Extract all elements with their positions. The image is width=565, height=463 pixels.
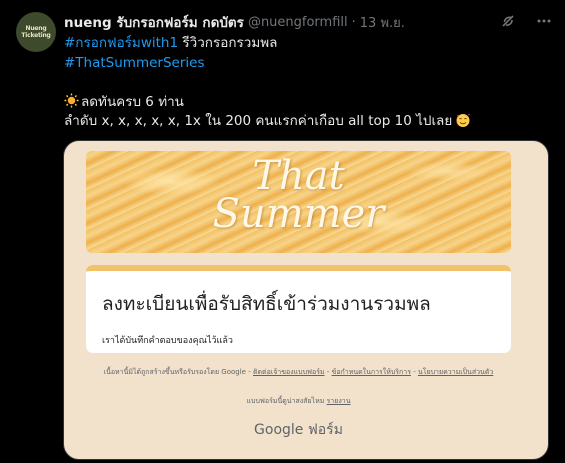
tweet-line-4: ลำดับ x, x, x, x, x, 1x ใน 200 คนแรกค่าเ… <box>64 112 544 132</box>
response-message: เราได้บันทึกคำตอบของคุณไว้แล้ว <box>102 336 233 346</box>
footer-disclaimer: เนื้อหานี้มิได้ถูกสร้างขึ้นหรือรับรองโดย… <box>103 368 251 376</box>
contact-owner-link[interactable]: ติดต่อเจ้าของแบบฟอร์ม <box>253 368 325 376</box>
hashtag-link-2[interactable]: #ThatSummerSeries <box>64 55 204 71</box>
google-forms-logo: Google ฟอร์ม <box>254 422 343 438</box>
tweet-text: #กรอกฟอร์มwith1 รีวิวกรอกรวมพล #ThatSumm… <box>64 34 544 132</box>
handle[interactable]: @nuengformfill <box>248 15 348 30</box>
tweet-line-1-rest: รีวิวกรอกรวมพล <box>178 35 278 51</box>
terms-link[interactable]: ข้อกำหนดในการให้บริการ <box>332 368 411 376</box>
tweet-header: nueng รับกรอกฟอร์ม กดบัตร @nuengformfill… <box>64 12 515 32</box>
tweet-line-3-text: ลดทันครบ 6 ท่าน <box>81 93 184 110</box>
tweet-line-3: ลดทันครบ 6 ท่าน <box>64 92 544 113</box>
report-line: แบบฟอร์มนี้ดูน่าสงสัยไหม รายงาน <box>86 396 511 407</box>
smiling-face-with-hearts-emoji <box>456 113 471 127</box>
avatar-text-1: Nueng <box>25 25 47 32</box>
tweet-line-4-text: ลำดับ x, x, x, x, x, 1x ใน 200 คนแรกค่าเ… <box>64 113 453 129</box>
hashtag-link-1[interactable]: #กรอกฟอร์มwith1 <box>64 35 178 51</box>
avatar[interactable]: Nueng Ticketing <box>16 12 56 52</box>
tweet-line-2: #ThatSummerSeries <box>64 54 544 74</box>
tweet[interactable]: Nueng Ticketing nueng รับกรอกฟอร์ม กดบัต… <box>0 0 565 463</box>
privacy-link[interactable]: นโยบายความเป็นส่วนตัว <box>418 368 493 376</box>
avatar-text-2: Ticketing <box>21 32 51 39</box>
banner-title-2: Summer <box>212 191 385 237</box>
header-actions <box>499 12 553 30</box>
form-title: ลงทะเบียนเพื่อรับสิทธิ์เข้าร่วมงานรวมพล <box>102 293 431 315</box>
banner-title-1: That <box>252 153 345 199</box>
more-icon[interactable] <box>535 12 553 30</box>
separator: · <box>351 14 356 30</box>
report-question: แบบฟอร์มนี้ดูน่าสงสัยไหม <box>246 397 325 405</box>
timestamp[interactable]: 13 พ.ย. <box>360 12 405 33</box>
form-banner: That Summer <box>86 151 511 253</box>
report-link[interactable]: รายงาน <box>327 397 351 405</box>
grok-icon[interactable] <box>499 12 517 30</box>
form-footer: เนื้อหานี้มิได้ถูกสร้างขึ้นหรือรับรองโดย… <box>103 368 494 376</box>
tweet-line-1: #กรอกฟอร์มwith1 รีวิวกรอกรวมพล <box>64 34 544 54</box>
sun-emoji <box>64 92 79 108</box>
tweet-image[interactable]: That Summer ลงทะเบียนเพื่อรับสิทธิ์เข้าร… <box>63 140 549 460</box>
banner-title: That Summer <box>86 153 511 237</box>
form-card: ลงทะเบียนเพื่อรับสิทธิ์เข้าร่วมงานรวมพล … <box>86 265 511 353</box>
display-name[interactable]: nueng รับกรอกฟอร์ม กดบัตร <box>64 11 244 33</box>
